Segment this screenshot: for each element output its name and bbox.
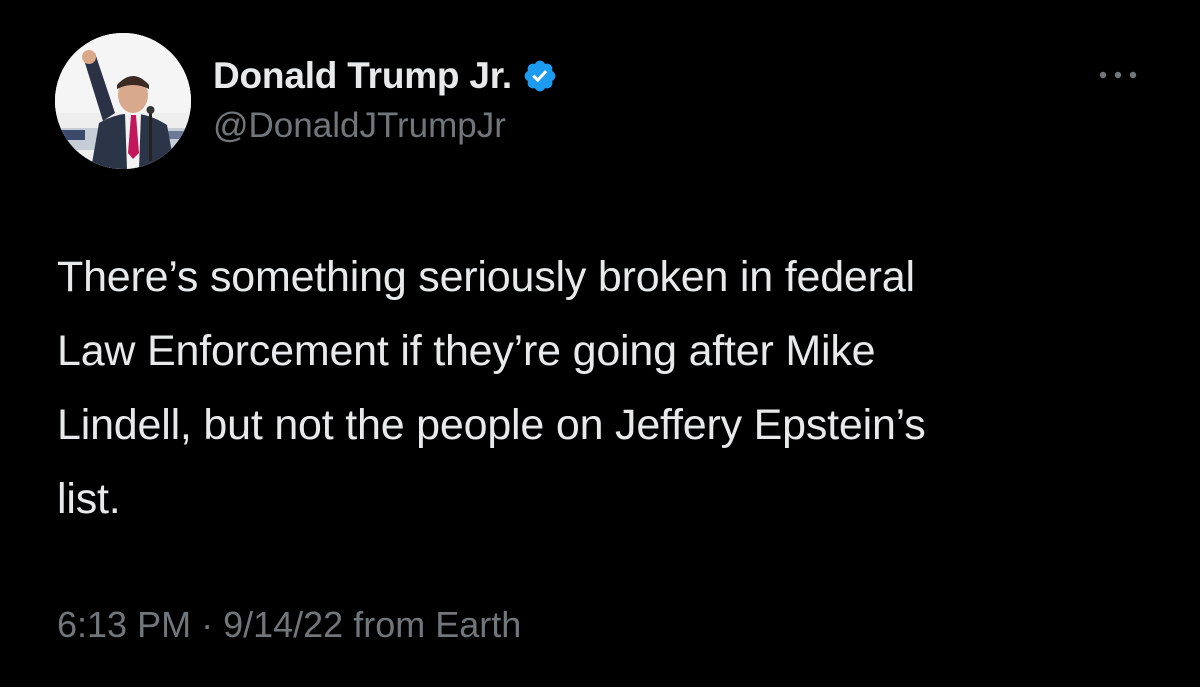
more-options-icon[interactable]: [1094, 60, 1142, 90]
avatar-photo-icon: [55, 33, 191, 169]
source-prefix: from: [353, 604, 426, 645]
author-display-name[interactable]: Donald Trump Jr.: [213, 55, 512, 97]
meta-separator: ·: [201, 604, 214, 645]
tweet-source: Earth: [435, 604, 522, 645]
tweet-meta: 6:13 PM · 9/14/22 from Earth: [57, 604, 521, 646]
tweet-text: There’s something seriously broken in fe…: [57, 253, 926, 523]
author-handle[interactable]: @DonaldJTrumpJr: [213, 106, 558, 146]
tweet-date[interactable]: 9/14/22: [223, 604, 343, 646]
verified-badge-icon: [524, 60, 556, 92]
tweet-time[interactable]: 6:13 PM: [57, 604, 191, 646]
tweet-container: Donald Trump Jr. @DonaldJTrumpJr There’s…: [0, 0, 1200, 687]
avatar[interactable]: [55, 33, 191, 169]
name-row: Donald Trump Jr.: [213, 48, 558, 104]
author-block: Donald Trump Jr. @DonaldJTrumpJr: [213, 48, 558, 146]
